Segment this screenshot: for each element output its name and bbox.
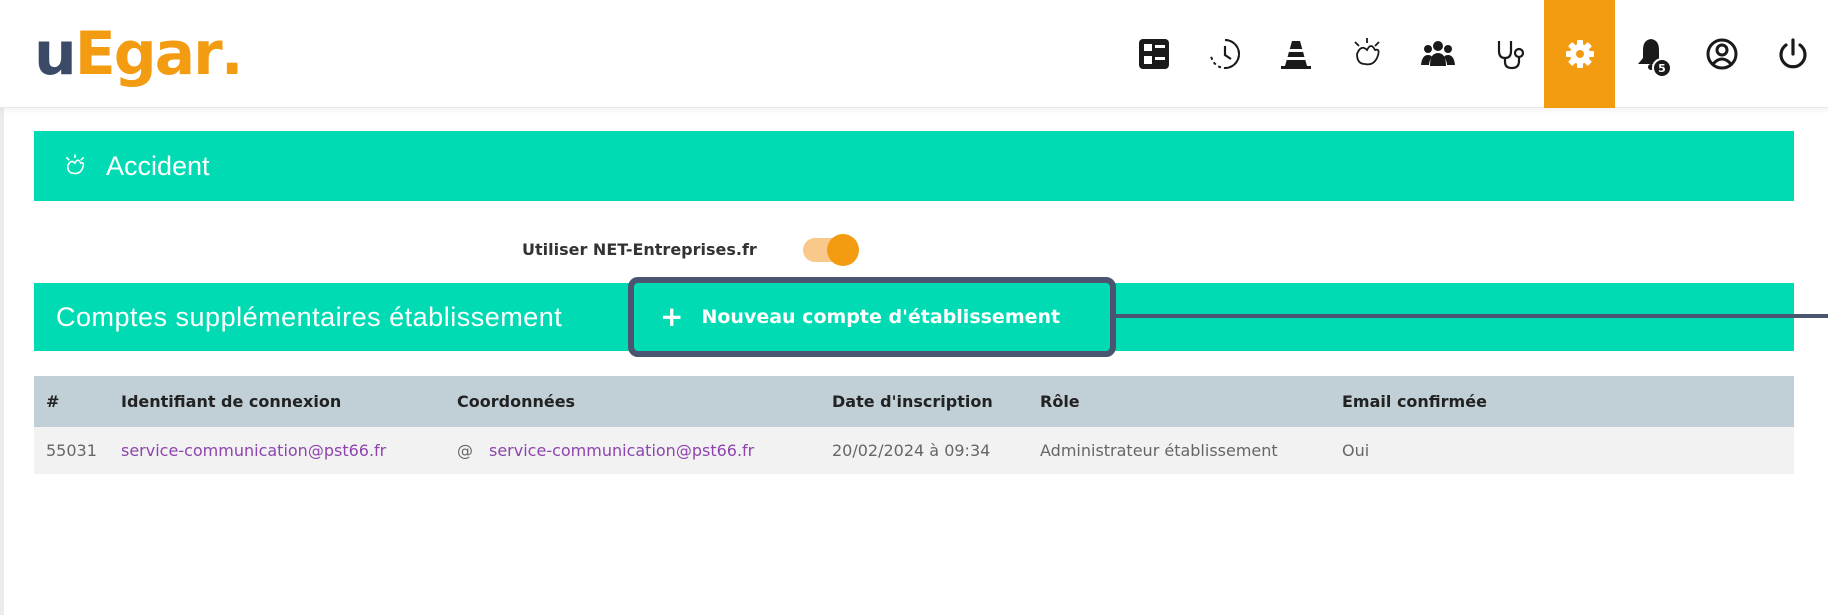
nav-dashboard[interactable] [1118,0,1189,108]
cell-id: 55031 [46,441,97,460]
logo-letter-e: E [74,19,116,89]
history-clock-icon [1209,39,1240,69]
column-header-date[interactable]: Date d'inscription [832,392,993,411]
net-entreprises-row: Utiliser NET-Entreprises.fr [0,228,1828,274]
accident-section-header: Accident [34,131,1794,201]
column-header-id[interactable]: # [46,392,59,411]
comptes-section-title: Comptes supplémentaires établissement [56,301,563,332]
nav-users[interactable] [1402,0,1473,108]
cell-role: Administrateur établissement [1040,441,1278,460]
new-establishment-account-button[interactable]: + Nouveau compte d'établissement [628,277,1116,357]
notification-badge: 5 [1652,58,1672,78]
top-header: u E gar . 5 [0,0,1828,108]
net-entreprises-toggle[interactable] [803,234,859,266]
column-header-login[interactable]: Identifiant de connexion [121,392,341,411]
top-nav: 5 [1118,0,1828,108]
column-header-role[interactable]: Rôle [1040,392,1080,411]
accident-section-title: Accident [106,150,210,181]
user-circle-icon [1706,38,1737,70]
nav-prevention[interactable] [1260,0,1331,108]
accident-burst-icon [1353,38,1380,66]
traffic-cone-icon [1280,41,1311,69]
nav-profile[interactable] [1686,0,1757,108]
nav-medical[interactable] [1473,0,1544,108]
nav-settings[interactable] [1544,0,1615,108]
accident-burst-icon [65,154,85,175]
cell-email-confirmed: Oui [1342,441,1370,460]
app-root: u E gar . 5 Accident Utiliser NET-Entrep… [0,0,1828,615]
cell-contact: @ service-communication@pst66.fr [457,441,754,460]
column-header-email-confirmed[interactable]: Email confirmée [1342,392,1487,411]
uegar-logo[interactable]: u E gar . [34,14,244,94]
nav-history[interactable] [1189,0,1260,108]
contact-email-link[interactable]: service-communication@pst66.fr [489,441,754,460]
callout-pointer-line [1116,314,1828,318]
logo-letter-u: u [34,19,77,89]
cell-date: 20/02/2024 à 09:34 [832,441,991,460]
table-row[interactable]: 55031 service-communication@pst66.fr @ se… [34,427,1794,474]
column-header-contact[interactable]: Coordonnées [457,392,575,411]
stethoscope-icon [1497,41,1524,70]
logo-text-gar: gar [113,19,223,89]
new-account-label: Nouveau compte d'établissement [701,306,1061,328]
nav-notifications[interactable]: 5 [1615,0,1686,108]
logo-dot: . [220,19,244,89]
toggle-knob [827,234,859,266]
gear-icon [1565,40,1594,68]
at-icon: @ [457,441,473,460]
nav-accident[interactable] [1331,0,1402,108]
table-header-row: # Identifiant de connexion Coordonnées D… [34,376,1794,427]
nav-logout[interactable] [1757,0,1828,108]
net-entreprises-label: Utiliser NET-Entreprises.fr [522,240,757,259]
power-icon [1778,38,1807,69]
cell-login-link[interactable]: service-communication@pst66.fr [121,441,386,460]
dashboard-icon [1138,39,1169,69]
users-group-icon [1420,41,1455,66]
accounts-table: # Identifiant de connexion Coordonnées D… [34,376,1794,474]
plus-icon: + [660,300,684,333]
